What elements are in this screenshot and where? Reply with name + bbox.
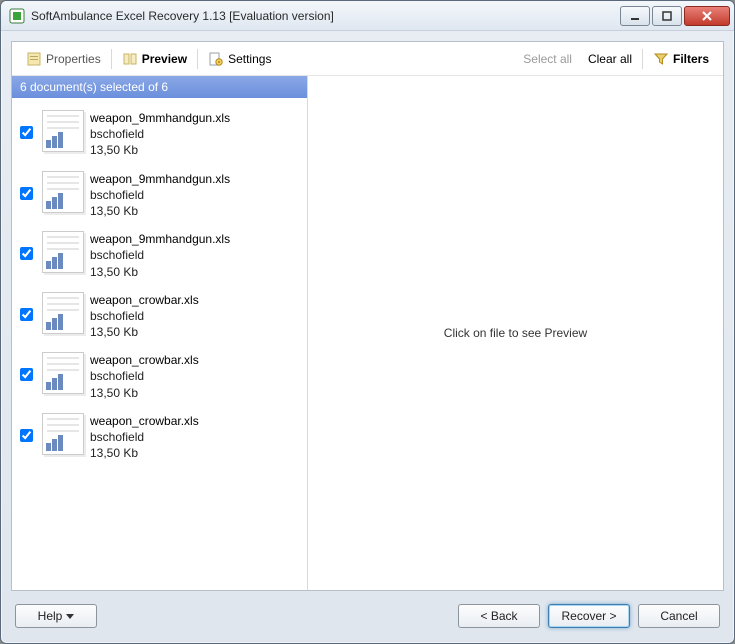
window-title: SoftAmbulance Excel Recovery 1.13 [Evalu… [31, 9, 618, 23]
settings-button[interactable]: Settings [200, 47, 279, 71]
help-label: Help [38, 609, 63, 623]
file-thumbnail-icon [42, 231, 84, 273]
back-button[interactable]: < Back [458, 604, 540, 628]
file-checkbox[interactable] [20, 187, 33, 200]
clear-all-button[interactable]: Clear all [580, 48, 640, 70]
file-name: weapon_9mmhandgun.xls [90, 171, 230, 187]
select-all-label: Select all [523, 52, 572, 66]
properties-label: Properties [46, 52, 101, 66]
toolbar-separator [197, 49, 198, 69]
properties-icon [26, 51, 42, 67]
toolbar-separator [642, 49, 643, 69]
app-window: SoftAmbulance Excel Recovery 1.13 [Evalu… [0, 0, 735, 644]
close-button[interactable] [684, 6, 730, 26]
file-meta: weapon_crowbar.xlsbschofield13,50 Kb [90, 352, 199, 401]
file-checkbox[interactable] [20, 247, 33, 260]
file-owner: bschofield [90, 126, 230, 142]
back-label: < Back [480, 609, 517, 623]
file-checkbox[interactable] [20, 308, 33, 321]
titlebar[interactable]: SoftAmbulance Excel Recovery 1.13 [Evalu… [1, 1, 734, 31]
file-name: weapon_crowbar.xls [90, 352, 199, 368]
list-item[interactable]: weapon_crowbar.xlsbschofield13,50 Kb [16, 346, 303, 407]
file-meta: weapon_crowbar.xlsbschofield13,50 Kb [90, 413, 199, 462]
file-checkbox[interactable] [20, 429, 33, 442]
minimize-button[interactable] [620, 6, 650, 26]
select-all-button[interactable]: Select all [515, 48, 580, 70]
list-item[interactable]: weapon_crowbar.xlsbschofield13,50 Kb [16, 407, 303, 468]
preview-button[interactable]: Preview [114, 47, 195, 71]
file-owner: bschofield [90, 187, 230, 203]
client-area: Properties Preview Settings [1, 31, 734, 643]
properties-button[interactable]: Properties [18, 47, 109, 71]
toolbar: Properties Preview Settings [12, 42, 723, 76]
file-name: weapon_9mmhandgun.xls [90, 231, 230, 247]
file-size: 13,50 Kb [90, 203, 230, 219]
filters-button[interactable]: Filters [645, 47, 717, 71]
list-item[interactable]: weapon_9mmhandgun.xlsbschofield13,50 Kb [16, 225, 303, 286]
file-size: 13,50 Kb [90, 264, 230, 280]
list-item[interactable]: weapon_9mmhandgun.xlsbschofield13,50 Kb [16, 165, 303, 226]
preview-pane: Click on file to see Preview [308, 76, 723, 590]
preview-icon [122, 51, 138, 67]
maximize-button[interactable] [652, 6, 682, 26]
preview-label: Preview [142, 52, 187, 66]
toolbar-separator [111, 49, 112, 69]
file-name: weapon_crowbar.xls [90, 292, 199, 308]
list-item[interactable]: weapon_9mmhandgun.xlsbschofield13,50 Kb [16, 104, 303, 165]
settings-label: Settings [228, 52, 271, 66]
recover-label: Recover > [561, 609, 616, 623]
file-size: 13,50 Kb [90, 324, 199, 340]
clear-all-label: Clear all [588, 52, 632, 66]
window-controls [618, 6, 730, 26]
selection-bar: 6 document(s) selected of 6 [12, 76, 307, 98]
file-owner: bschofield [90, 368, 199, 384]
file-thumbnail-icon [42, 171, 84, 213]
file-meta: weapon_9mmhandgun.xlsbschofield13,50 Kb [90, 110, 230, 159]
chevron-down-icon [66, 614, 74, 619]
filters-label: Filters [673, 52, 709, 66]
file-thumbnail-icon [42, 292, 84, 334]
file-checkbox[interactable] [20, 126, 33, 139]
file-size: 13,50 Kb [90, 445, 199, 461]
file-owner: bschofield [90, 247, 230, 263]
recover-button[interactable]: Recover > [548, 604, 630, 628]
file-thumbnail-icon [42, 110, 84, 152]
file-checkbox[interactable] [20, 368, 33, 381]
file-list[interactable]: weapon_9mmhandgun.xlsbschofield13,50 Kbw… [12, 98, 307, 590]
cancel-button[interactable]: Cancel [638, 604, 720, 628]
footer: Help < Back Recover > Cancel [11, 591, 724, 633]
main-panel: Properties Preview Settings [11, 41, 724, 591]
cancel-label: Cancel [660, 609, 697, 623]
content-area: 6 document(s) selected of 6 weapon_9mmha… [12, 76, 723, 590]
file-list-pane: 6 document(s) selected of 6 weapon_9mmha… [12, 76, 308, 590]
file-size: 13,50 Kb [90, 385, 199, 401]
file-thumbnail-icon [42, 352, 84, 394]
help-button[interactable]: Help [15, 604, 97, 628]
file-owner: bschofield [90, 429, 199, 445]
file-meta: weapon_9mmhandgun.xlsbschofield13,50 Kb [90, 171, 230, 220]
file-name: weapon_crowbar.xls [90, 413, 199, 429]
file-meta: weapon_9mmhandgun.xlsbschofield13,50 Kb [90, 231, 230, 280]
file-thumbnail-icon [42, 413, 84, 455]
app-icon [9, 8, 25, 24]
file-name: weapon_9mmhandgun.xls [90, 110, 230, 126]
file-size: 13,50 Kb [90, 142, 230, 158]
file-owner: bschofield [90, 308, 199, 324]
file-meta: weapon_crowbar.xlsbschofield13,50 Kb [90, 292, 199, 341]
settings-icon [208, 51, 224, 67]
filters-icon [653, 51, 669, 67]
preview-placeholder: Click on file to see Preview [444, 326, 587, 340]
list-item[interactable]: weapon_crowbar.xlsbschofield13,50 Kb [16, 286, 303, 347]
